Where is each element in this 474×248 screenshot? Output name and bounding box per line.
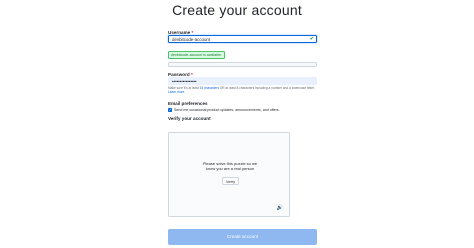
page-title: Create your account (172, 2, 302, 18)
username-suggestion-field (168, 62, 317, 67)
email-optin-checkbox[interactable]: ✓ (168, 107, 172, 112)
password-input[interactable]: •••••••••••••••• (168, 77, 317, 85)
password-hint: Make sure it's at least 15 characters OR… (168, 86, 317, 95)
captcha-line-2: know you are a real person (205, 166, 255, 171)
captcha-instructions: Please solve this puzzle so we know you … (169, 161, 291, 171)
username-available-note: devbitcode-account is available. (168, 51, 225, 59)
signup-form: Username * devbitcode-account ✔ devbitco… (168, 30, 317, 121)
password-value: •••••••••••••••• (172, 79, 197, 84)
check-icon: ✔ (309, 36, 314, 42)
learn-more-link[interactable]: Learn more. (168, 90, 185, 94)
username-input[interactable]: devbitcode-account ✔ (168, 35, 317, 43)
username-value: devbitcode-account (172, 37, 211, 42)
verify-button[interactable]: Verify (222, 177, 239, 185)
create-account-button[interactable]: Create account (168, 229, 317, 245)
email-preferences-row: ✓ Send me occasional product updates, an… (168, 107, 317, 112)
verify-account-label: Verify your account (168, 115, 211, 121)
captcha-box: Please solve this puzzle so we know you … (168, 132, 290, 217)
speaker-icon[interactable]: 🔊 (277, 205, 283, 211)
hint-text: OR at least 8 characters including a num… (218, 86, 315, 90)
hint-length-link: 15 characters (199, 86, 219, 90)
email-optin-label: Send me occasional product updates, anno… (174, 107, 280, 112)
email-preferences-label: Email preferences (168, 100, 208, 106)
